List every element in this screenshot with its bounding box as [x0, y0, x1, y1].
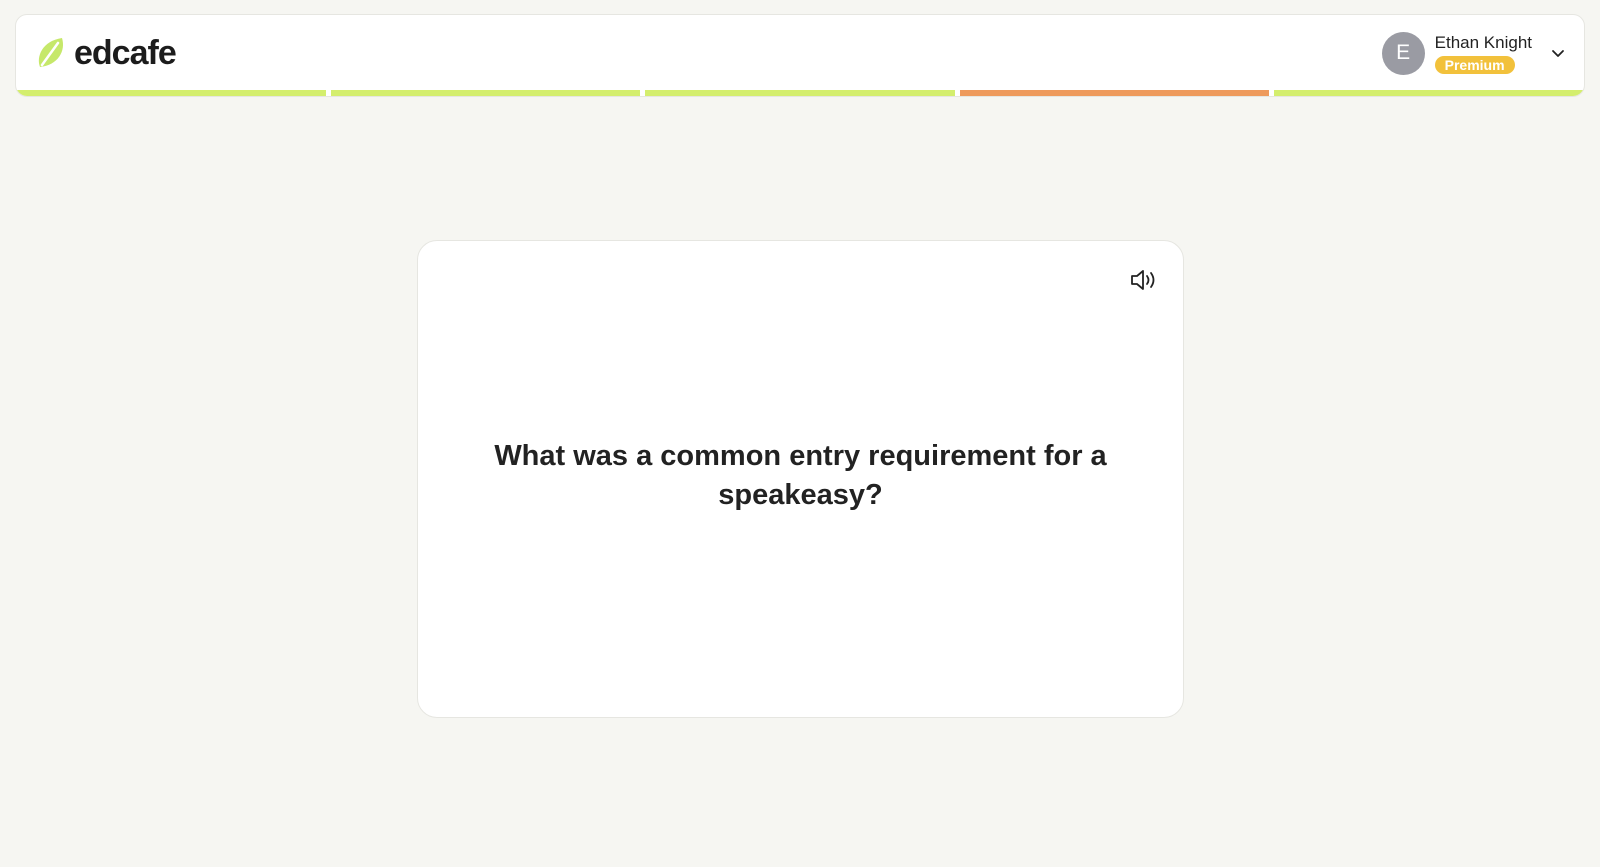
- user-name: Ethan Knight: [1434, 32, 1532, 52]
- progress-segment-2: [330, 90, 641, 96]
- flashcard[interactable]: What was a common entry requirement for …: [417, 240, 1184, 718]
- plan-badge: Premium: [1434, 55, 1515, 74]
- flashcard-question: What was a common entry requirement for …: [494, 440, 1107, 511]
- progress-segment-4-current: [959, 90, 1270, 96]
- user-menu[interactable]: E Ethan Knight Premium: [1381, 31, 1566, 75]
- speaker-icon[interactable]: [1129, 267, 1159, 293]
- progress-segment-3: [645, 90, 955, 96]
- avatar: E: [1381, 31, 1425, 75]
- top-bar: edcafe E Ethan Knight Premium: [15, 14, 1585, 97]
- edcafe-logo[interactable]: edcafe: [34, 33, 177, 73]
- leaf-logo-icon: [38, 38, 64, 67]
- progress-segment-1: [16, 90, 326, 96]
- progress-bar: [16, 90, 1584, 96]
- progress-segment-5: [1274, 90, 1584, 96]
- chevron-down-icon[interactable]: [1550, 45, 1566, 61]
- brand-name: edcafe: [74, 33, 177, 72]
- user-info: Ethan Knight Premium: [1434, 32, 1532, 74]
